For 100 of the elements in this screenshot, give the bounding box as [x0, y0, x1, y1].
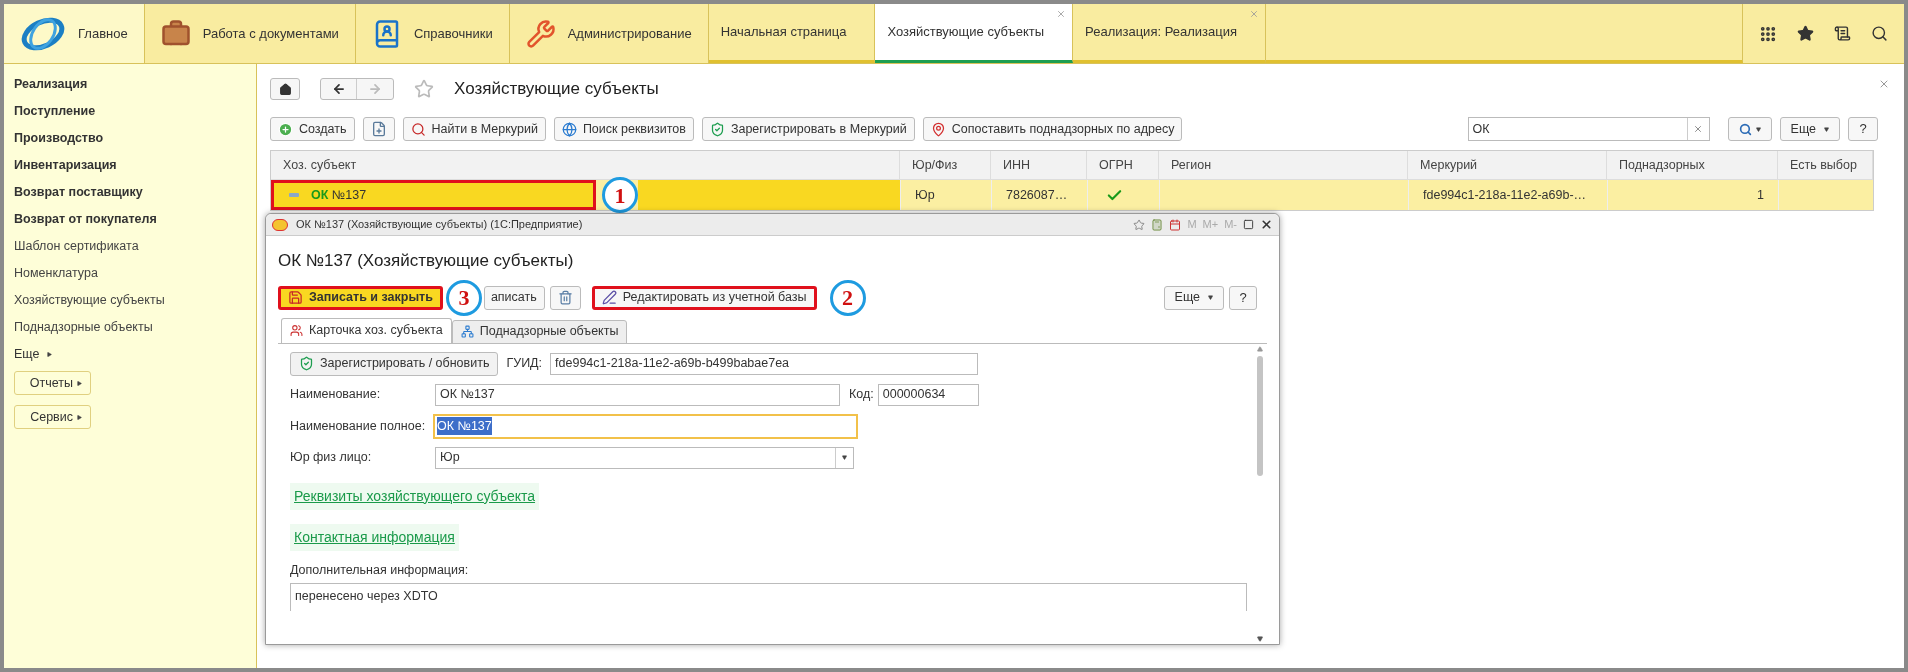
- select-field[interactable]: Юр: [435, 446, 854, 469]
- calculator-icon[interactable]: [1151, 218, 1164, 231]
- toolbar-button[interactable]: аписать: [483, 285, 545, 310]
- toolbar-button[interactable]: Зарегистрировать в Меркурий: [701, 117, 915, 141]
- apps-icon[interactable]: [1759, 24, 1777, 43]
- caret-icon: [842, 455, 847, 460]
- field-label: Юр физ лицо:: [290, 449, 373, 467]
- toolbar-button[interactable]: Записать и закрыть: [278, 285, 443, 310]
- column-header[interactable]: ИНН: [991, 151, 1087, 179]
- home-icon: [278, 82, 292, 96]
- maximize-icon[interactable]: [1243, 219, 1254, 230]
- sidebar-link[interactable]: Возврат поставщику: [14, 186, 256, 199]
- map-pin-icon: [930, 121, 946, 137]
- register-button[interactable]: Зарегистрировать / обновить: [290, 351, 499, 376]
- close-icon[interactable]: [1260, 218, 1273, 231]
- input-field[interactable]: fde994c1-218a-11e2-a69b-b499babae7ea: [550, 352, 979, 375]
- copy-button[interactable]: [362, 117, 395, 141]
- more-button[interactable]: Еще: [1779, 117, 1840, 141]
- pen-icon: [601, 290, 617, 305]
- delete-button[interactable]: [549, 285, 581, 310]
- scroll-up-icon[interactable]: [1257, 345, 1263, 352]
- sidebar-link[interactable]: Номенклатура: [14, 267, 256, 280]
- caret-icon: [77, 380, 82, 386]
- input-field[interactable]: ОК №137: [433, 413, 858, 439]
- column-header[interactable]: Регион: [1159, 151, 1408, 179]
- caret-icon: [77, 414, 82, 420]
- save-icon: [288, 290, 303, 305]
- column-header[interactable]: Меркурий: [1408, 151, 1607, 179]
- window-title: ОК №137 (Хозяйствующие субъекты) (1С:Предприятие): [296, 217, 583, 233]
- wrench-icon: [525, 18, 556, 49]
- form-tab[interactable]: Поднадзорные объекты: [451, 319, 628, 344]
- caret-icon: [1824, 126, 1829, 132]
- column-header[interactable]: ОГРН: [1087, 151, 1159, 179]
- search-field[interactable]: ОК: [1467, 117, 1710, 141]
- page-title: Хозяйствующие субъекты: [454, 78, 659, 101]
- menu-button[interactable]: Сервис: [14, 405, 91, 429]
- toolbar-button[interactable]: Создать: [270, 117, 355, 141]
- help-button[interactable]: ?: [1848, 117, 1878, 141]
- sidebar-link[interactable]: Поднадзорные объекты: [14, 321, 256, 334]
- toolbar-button[interactable]: Найти в Меркурий: [402, 117, 546, 141]
- section-button[interactable]: Главное: [4, 4, 145, 63]
- field-label: Дополнительная информация:: [290, 561, 470, 579]
- caret-icon: [1208, 295, 1213, 300]
- sidebar-link[interactable]: Инвентаризация: [14, 159, 256, 172]
- open-tab[interactable]: Реализация: Реализация: [1073, 4, 1266, 63]
- sidebar-link[interactable]: Производство: [14, 132, 256, 145]
- notes-field[interactable]: перенесено через XDTO: [290, 583, 1247, 612]
- sidebar-link[interactable]: Возврат от покупателя: [14, 213, 256, 226]
- more-link[interactable]: Еще: [14, 348, 256, 361]
- input-field[interactable]: ОК №137: [435, 383, 840, 406]
- caret-icon: [47, 352, 53, 357]
- sidebar-link[interactable]: Поступление: [14, 105, 256, 118]
- section-link[interactable]: Контактная информация: [290, 523, 459, 551]
- column-header[interactable]: Поднадзорных: [1607, 151, 1778, 179]
- search-button[interactable]: [1727, 117, 1772, 141]
- app-logo-icon: [272, 218, 288, 231]
- callout-number: 1: [602, 177, 638, 213]
- table-row[interactable]: ОК №137 1 Юр 7826087… fde994c1-218a-11e2-a69b-… 1: [271, 180, 1873, 210]
- table-cell: ОК №137: [271, 180, 596, 210]
- callout-number: 3: [445, 279, 482, 316]
- search-icon: [1738, 122, 1752, 136]
- scrollbar[interactable]: [1255, 343, 1265, 644]
- shield-icon: [299, 356, 314, 371]
- collapse-icon: [289, 193, 299, 197]
- clear-icon[interactable]: [1693, 124, 1704, 134]
- history-icon[interactable]: [1834, 25, 1851, 42]
- sidebar-link[interactable]: Хозяйствующие субъекты: [14, 294, 256, 307]
- more-button[interactable]: Еще: [1163, 285, 1224, 310]
- open-tab[interactable]: Начальная страница: [708, 4, 876, 63]
- input-field[interactable]: 000000634: [877, 383, 979, 406]
- callout-number: 2: [829, 279, 866, 316]
- toolbar-button[interactable]: Редактировать из учетной базы: [591, 285, 817, 310]
- toolbar-button[interactable]: Поиск реквизитов: [553, 117, 694, 141]
- column-header[interactable]: Юр/Физ: [900, 151, 991, 179]
- open-tab[interactable]: Хозяйствующие субъекты: [875, 4, 1074, 63]
- scroll-down-icon[interactable]: [1257, 636, 1263, 642]
- globe-icon: [561, 121, 577, 137]
- search-icon[interactable]: [1871, 25, 1888, 42]
- caret-icon: [1755, 126, 1761, 132]
- menu-button[interactable]: Отчеты: [14, 371, 91, 395]
- field-label: Код:: [849, 386, 874, 404]
- column-header[interactable]: Есть выбор: [1778, 151, 1873, 179]
- home-button[interactable]: [270, 78, 300, 100]
- search-icon: [410, 121, 426, 137]
- table-cell: fde994c1-218a-11e2-a69b-…: [1408, 180, 1607, 210]
- sidebar-link[interactable]: Реализация: [14, 78, 256, 91]
- table-cell: Юр: [900, 180, 991, 210]
- forward-icon: [368, 82, 382, 96]
- star-icon[interactable]: [1797, 25, 1814, 42]
- form-tab[interactable]: Карточка хоз. субъекта: [281, 317, 452, 344]
- help-button[interactable]: ?: [1229, 285, 1257, 310]
- table-cell: 1: [1607, 180, 1778, 210]
- people-icon: [290, 324, 303, 337]
- back-icon: [331, 82, 346, 96]
- table-cell: 7826087…: [991, 180, 1087, 210]
- favorite-icon[interactable]: [1133, 218, 1146, 231]
- calendar-icon[interactable]: [1169, 218, 1182, 231]
- sidebar-link[interactable]: Шаблон сертификата: [14, 240, 256, 253]
- section-link[interactable]: Реквизиты хозяйствующего субъекта: [290, 482, 540, 510]
- toolbar-button[interactable]: Сопоставить поднадзорных по адресу: [922, 117, 1183, 141]
